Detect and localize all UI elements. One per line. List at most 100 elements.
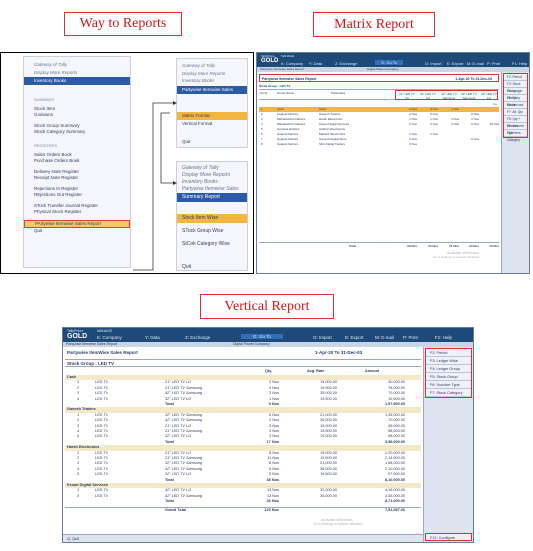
col-group: Group Name bbox=[277, 91, 295, 95]
stock-group-label: Stock Group : LED TV bbox=[65, 359, 421, 367]
item-col: 21" LED TV LG bbox=[420, 92, 436, 100]
activate-watermark-sub: Go to Settings to activate Windows. bbox=[313, 522, 364, 526]
menu-exchange[interactable]: Z: Exchange bbox=[185, 335, 210, 340]
matrix-body: Partywise Itemwise Sales Report 1-Apr-20… bbox=[257, 72, 501, 273]
period-button[interactable]: F2: Period bbox=[426, 349, 471, 357]
total-cell: 21 Nos bbox=[449, 244, 459, 248]
qty-amount-button[interactable]: F8: Qty + Amount bbox=[504, 116, 527, 128]
menu-help[interactable]: F1: Help bbox=[435, 335, 452, 340]
manage-label: MANAGE bbox=[281, 54, 295, 58]
ledger-wise-button[interactable]: F3: Ledger Wise bbox=[426, 357, 471, 365]
stock-category-button[interactable]: F7: Stock Category bbox=[426, 389, 471, 397]
menu-export[interactable]: E: Export bbox=[345, 335, 364, 340]
flow-arrows bbox=[133, 101, 177, 271]
report-period: 1-Apr-20 To 31-Dec-03 bbox=[315, 350, 363, 355]
report-header: Partywise ItemWise Sales Report 1-Apr-20… bbox=[65, 349, 421, 356]
grand-total-qty: 120 Nos bbox=[264, 507, 279, 512]
vertical-report-window: TallyPrime GOLD MANAGE K: Company Y: Dat… bbox=[62, 327, 474, 543]
total-label: Total bbox=[349, 244, 356, 248]
total-cell: 13 Nos bbox=[489, 244, 499, 248]
row-number: 8 bbox=[261, 142, 263, 146]
menu-import[interactable]: O: Import bbox=[313, 335, 332, 340]
ledger-group-button[interactable]: F4: Ledger Group bbox=[504, 88, 527, 100]
menu-export[interactable]: E: Export bbox=[447, 61, 463, 66]
side-button-group: F2: Period F3: Stock Group F4: Ledger Gr… bbox=[503, 73, 528, 142]
manage-label: MANAGE bbox=[97, 329, 113, 333]
grand-total-row: Grand Total 120 Nos 7,91,087.00 bbox=[65, 506, 421, 512]
row-party: Shiv Digital Traders bbox=[319, 142, 346, 146]
stock-group-button[interactable]: F3: Stock Group bbox=[504, 81, 527, 93]
total-qty: 26 Nos bbox=[266, 499, 279, 504]
matrix-button-bar: F2: Period F3: Stock Group F4: Ledger Gr… bbox=[501, 72, 529, 273]
menu-exchange[interactable]: Z: Exchange bbox=[335, 61, 357, 66]
item-category-button[interactable]: F10: Item Category bbox=[504, 130, 527, 142]
menu-goto[interactable]: G: Go To bbox=[241, 334, 283, 339]
col-sl: Sl No. bbox=[260, 91, 269, 95]
scroll-indicator: 1 ▸ bbox=[492, 102, 497, 106]
voucher-type-button[interactable]: F9: Voucher Type bbox=[504, 123, 527, 135]
report-name: Partywise Itemwise Sales Report bbox=[262, 77, 317, 81]
menu-help[interactable]: F1: Help bbox=[512, 61, 527, 66]
item-col: 42" LED TV Samsung bbox=[441, 92, 457, 100]
menu-company[interactable]: K: Company bbox=[97, 335, 122, 340]
menu-print[interactable]: P: Print bbox=[487, 61, 500, 66]
vertical-button-bar: F2: Period F3: Ledger Wise F4: Ledger Gr… bbox=[423, 347, 473, 542]
quit-button[interactable]: Q: Quit bbox=[67, 537, 79, 541]
gold-logo: GOLD bbox=[261, 58, 279, 64]
way-to-reports-title: Way to Reports bbox=[64, 12, 182, 36]
way-to-reports-panel: Gateway of Tally Display More Reports In… bbox=[0, 52, 254, 274]
item-col: 32" LED TV LG bbox=[481, 92, 497, 100]
total-cell: 24 Nos bbox=[469, 244, 479, 248]
vertical-body: Partywise ItemWise Sales Report 1-Apr-20… bbox=[63, 347, 423, 534]
column-headers: Sl No. Group Name Particulars 21" LED TV… bbox=[259, 89, 499, 100]
configure-button[interactable]: F12: Configure bbox=[425, 533, 472, 541]
total-amount: 8,71,000.00 bbox=[384, 499, 405, 504]
menu-email[interactable]: M: E-mail bbox=[375, 335, 394, 340]
ledger-group-button[interactable]: F4: Ledger Group bbox=[426, 365, 471, 373]
side-button-group: F2: Period F3: Ledger Wise F4: Ledger Gr… bbox=[425, 348, 472, 398]
total-cell: 24 Nos bbox=[428, 244, 438, 248]
amount-button[interactable]: F6: Amount bbox=[504, 102, 527, 109]
menu-email[interactable]: M: E-mail bbox=[467, 61, 484, 66]
vertical-report-title: Vertical Report bbox=[200, 294, 334, 319]
menu-goto[interactable]: G: Go To bbox=[375, 60, 403, 65]
matrix-row[interactable]: 8 Gujarat Debtors Shiv Digital Traders 3 No… bbox=[259, 142, 499, 147]
item-col: 21" LED TV LG bbox=[399, 92, 415, 100]
menu-import[interactable]: O: Import bbox=[425, 61, 442, 66]
col-qty: Qty. bbox=[265, 369, 273, 373]
report-period: 1-Apr-20 To 31-Dec-03 bbox=[455, 77, 492, 81]
menu-company[interactable]: K: Company bbox=[281, 61, 303, 66]
matrix-report-title: Matrix Report bbox=[313, 12, 435, 37]
matrix-report-window: TallyPrime GOLD MANAGE K: Company Y: Dat… bbox=[256, 52, 530, 274]
row-qty: 3 Nos bbox=[409, 142, 417, 146]
grand-total-amount: 7,91,087.00 bbox=[384, 507, 405, 512]
path-label: Partywise Itemwise Sales Report bbox=[260, 67, 304, 71]
item-columns-box: 21" LED TV LG 21" LED TV LG 42" LED TV S… bbox=[395, 90, 498, 100]
alt-qty-button[interactable]: F7: Alt. Qty bbox=[504, 109, 527, 116]
col-rate: Avg. Rate bbox=[307, 369, 325, 373]
gold-logo: GOLD bbox=[67, 333, 88, 340]
col-particulars: Particulars bbox=[331, 91, 346, 95]
activate-watermark-sub: Go to Settings to activate Windows. bbox=[433, 255, 481, 259]
top-bar: TallyPrime GOLD MANAGE K: Company Y: Dat… bbox=[257, 53, 529, 67]
col-amount: Amount bbox=[365, 369, 380, 373]
row-group: Gujarat Debtors bbox=[277, 142, 299, 146]
report-name: Partywise ItemWise Sales Report bbox=[67, 350, 138, 355]
total-cell: 29 Nos bbox=[407, 244, 417, 248]
total-label: Total bbox=[165, 499, 174, 504]
party-name-button[interactable]: F5: Party Name bbox=[504, 95, 527, 107]
report-header: Partywise Itemwise Sales Report 1-Apr-20… bbox=[259, 74, 499, 82]
stock-group-label: Stock Group : LED TV bbox=[259, 84, 291, 88]
voucher-type-button[interactable]: F6: Voucher Type bbox=[426, 381, 471, 389]
top-bar: TallyPrime GOLD MANAGE K: Company Y: Dat… bbox=[63, 328, 473, 342]
menu-print[interactable]: P: Print bbox=[403, 335, 418, 340]
path-label: Partywise Itemwise Sales Report bbox=[66, 342, 118, 346]
menu-data[interactable]: Y: Data bbox=[145, 335, 160, 340]
stock-group-button[interactable]: F5: Stock Group bbox=[426, 373, 471, 381]
group-total-row: Total 26 Nos 8,71,000.00 bbox=[65, 499, 421, 504]
menu-data[interactable]: Y: Data bbox=[309, 61, 322, 66]
period-button[interactable]: F2: Period bbox=[504, 74, 527, 81]
matrix-total-row: Total 29 Nos 24 Nos 21 Nos 24 Nos 13 Nos bbox=[259, 242, 499, 248]
matrix-rows: 1 Cash Cash 2 Nos 4 Nos 1 Nos 2 Gujarat Debtors… bbox=[259, 107, 499, 157]
footer-bar: Q: Quit bbox=[63, 534, 423, 542]
